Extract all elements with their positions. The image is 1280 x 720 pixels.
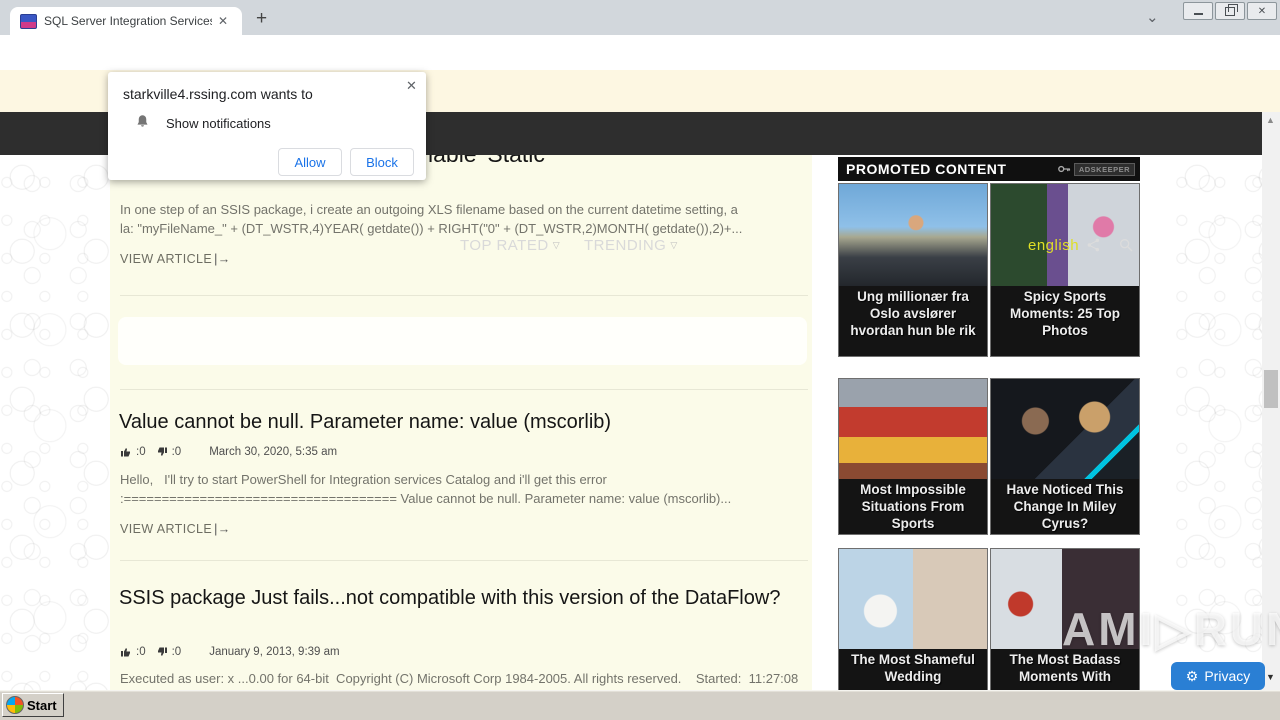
search-icon[interactable] [1118, 237, 1134, 253]
browser-tab-strip: SQL Server Integration Services for ✕ + … [0, 0, 1280, 35]
thumbs-down-icon [157, 647, 167, 656]
scroll-down-icon[interactable]: ▼ [1266, 672, 1275, 682]
ad-image [991, 184, 1139, 286]
tab-title: SQL Server Integration Services for [44, 14, 212, 28]
gear-icon: ⚙ [1185, 667, 1199, 684]
popup-close-icon[interactable]: ✕ [406, 78, 417, 94]
article2-body-line2: :==================================== Va… [120, 491, 732, 506]
ad-tile[interactable]: Have Noticed This Change In Miley Cyrus? [990, 378, 1140, 535]
thumbs-up-icon [121, 648, 130, 657]
ad-caption: Most Impossible Situations From Sports [860, 482, 966, 531]
notification-permission-popup: starkville4.rssing.com wants to ✕ Show n… [108, 72, 426, 180]
ad-tile[interactable]: The Most Shameful Wedding [838, 548, 988, 708]
ad-caption: Have Noticed This Change In Miley Cyrus? [1006, 482, 1124, 531]
key-icon [1057, 165, 1070, 173]
article2-date: March 30, 2020, 5:35 am [209, 446, 338, 458]
view-article-label: VIEW ARTICLE [120, 522, 213, 536]
article3-title[interactable]: SSIS package Just fails...not compatible… [119, 585, 799, 611]
screen: SQL Server Integration Services for ✕ + … [0, 0, 1280, 720]
scrollbar-thumb[interactable] [1264, 370, 1278, 408]
privacy-label: Privacy [1204, 668, 1251, 684]
like-count: :0 [136, 446, 146, 458]
ad-tile[interactable]: Ung millionær fra Oslo avslører hvordan … [838, 183, 988, 357]
ad-caption: Ung millionær fra Oslo avslører hvordan … [850, 289, 976, 338]
divider [120, 389, 808, 390]
nav-trending-label: TRENDING [584, 237, 667, 254]
tab-close-icon[interactable]: ✕ [218, 14, 228, 28]
close-window-button[interactable]: ✕ [1247, 2, 1277, 20]
site-favicon-icon [20, 13, 37, 29]
article1-body-line2: la: "myFileName_" + (DT_WSTR,4)YEAR( get… [120, 221, 743, 236]
browser-toolbar: ← → ↻ starkville4.rssing.com/chan-387593… [0, 35, 1280, 101]
arrow-right-icon: |→ [214, 252, 231, 266]
popup-title: starkville4.rssing.com wants to [123, 86, 313, 102]
restore-icon [1225, 3, 1238, 16]
dropdown-triangle-icon: ▽ [670, 240, 678, 250]
start-label: Start [27, 697, 57, 713]
adskeeper-logo[interactable]: ADSKEEPER [1057, 162, 1135, 176]
arrow-right-icon: |→ [214, 522, 231, 536]
promoted-content-header: PROMOTED CONTENT ADSKEEPER [838, 157, 1140, 181]
divider [120, 560, 808, 561]
dislike-count: :0 [171, 446, 182, 458]
minimize-icon [1193, 13, 1203, 15]
nav-top-rated[interactable]: TOP RATED ▽ [460, 237, 560, 254]
article1-view-link[interactable]: VIEW ARTICLE |→ [120, 252, 231, 266]
bell-icon [135, 114, 150, 129]
empty-ad-slot [118, 317, 807, 365]
ad-image [839, 549, 987, 649]
browser-tab[interactable]: SQL Server Integration Services for ✕ [10, 7, 242, 35]
privacy-button[interactable]: ⚙ Privacy [1171, 662, 1265, 690]
ad-image [991, 379, 1139, 479]
article3-meta: :0 :0 January 9, 2013, 9:39 am [120, 646, 340, 658]
adskeeper-label: ADSKEEPER [1073, 162, 1135, 176]
allow-button[interactable]: Allow [278, 148, 342, 176]
chevron-down-icon[interactable]: ⌄ [1146, 8, 1159, 26]
close-icon: ✕ [1257, 5, 1267, 17]
restore-button[interactable] [1215, 2, 1245, 20]
article3-body-line1: Executed as user: x ...0.00 for 64-bit C… [120, 671, 799, 686]
minimize-button[interactable] [1183, 2, 1213, 20]
ad-image [839, 379, 987, 479]
dropdown-triangle-icon: ▽ [552, 240, 561, 250]
article2-meta: :0 :0 March 30, 2020, 5:35 am [120, 446, 337, 458]
ad-tile[interactable]: Spicy Sports Moments: 25 Top Photos [990, 183, 1140, 357]
ad-tile[interactable]: Most Impossible Situations From Sports [838, 378, 988, 535]
window-controls: ✕ [1183, 2, 1277, 20]
article2-body-line1: Hello, I'll try to start PowerShell for … [120, 472, 607, 487]
language-selector[interactable]: english [1028, 237, 1079, 254]
article1-body-line1: In one step of an SSIS package, i create… [120, 202, 738, 217]
article3-date: January 9, 2013, 9:39 am [209, 646, 340, 658]
like-count: :0 [136, 646, 146, 658]
view-article-label: VIEW ARTICLE [120, 252, 213, 266]
left-pattern-band [0, 155, 110, 690]
ad-image [839, 184, 987, 286]
promoted-content-label: PROMOTED CONTENT [846, 161, 1007, 177]
block-button[interactable]: Block [350, 148, 414, 176]
thumbs-up-icon [121, 448, 130, 457]
nav-trending[interactable]: TRENDING ▽ [584, 237, 678, 254]
windows-logo-icon [6, 696, 24, 714]
ad-caption: Spicy Sports Moments: 25 Top Photos [1009, 289, 1120, 338]
popup-request-text: Show notifications [166, 116, 271, 131]
share-nodes-icon[interactable] [1086, 237, 1102, 253]
article2-title[interactable]: Value cannot be null. Parameter name: va… [119, 411, 611, 434]
windows-taskbar: Start e ▶ ⚐ 6:18 PM [0, 690, 1280, 720]
new-tab-button[interactable]: + [256, 8, 267, 30]
divider [120, 295, 808, 296]
thumbs-down-icon [157, 447, 167, 456]
nav-top-rated-label: TOP RATED [460, 237, 549, 254]
start-button[interactable]: Start [2, 693, 64, 717]
watermark: AMI▷RUN [1062, 603, 1280, 655]
article2-view-link[interactable]: VIEW ARTICLE |→ [120, 522, 231, 536]
dislike-count: :0 [171, 646, 182, 658]
scroll-up-icon[interactable]: ▲ [1266, 115, 1275, 125]
